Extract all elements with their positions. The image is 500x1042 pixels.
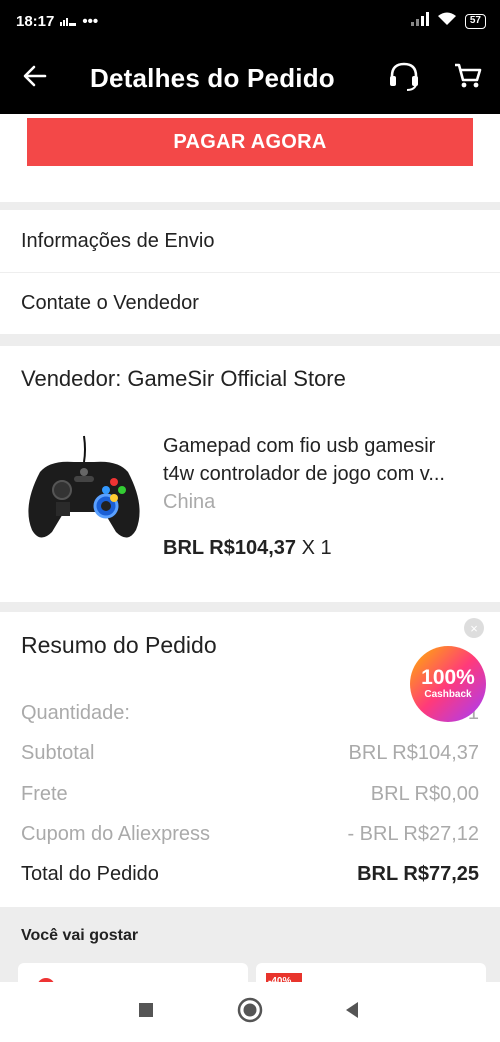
system-nav-bar xyxy=(0,982,500,1042)
recommend-title: Você vai gostar xyxy=(21,927,139,944)
shipping-info-link[interactable]: Informações de Envio xyxy=(0,210,500,272)
recommendations: Você vai gostar -40% xyxy=(0,907,500,993)
app-bar: Detalhes do Pedido xyxy=(0,42,500,114)
product-quantity: X 1 xyxy=(301,537,332,559)
support-button[interactable] xyxy=(372,42,436,114)
product-title-line: t4w controlador de jogo com v... xyxy=(163,463,445,485)
status-bar: 18:17 ••• 57 xyxy=(0,0,500,42)
square-icon xyxy=(138,1002,154,1023)
battery-indicator: 57 xyxy=(464,13,486,29)
arrow-left-icon xyxy=(23,65,47,92)
product-price: BRL R$104,37 X 1 xyxy=(163,537,332,560)
recents-button[interactable] xyxy=(128,994,164,1030)
cashback-badge[interactable]: 100% Cashback xyxy=(410,646,486,722)
summary-value: BRL R$104,37 xyxy=(348,742,479,764)
summary-total-label: Total do Pedido xyxy=(21,863,159,885)
contact-seller-link[interactable]: Contate o Vendedor xyxy=(0,272,500,334)
summary-row-shipping: Frete BRL R$0,00 xyxy=(21,783,479,806)
product-origin: China xyxy=(163,491,216,513)
circle-icon xyxy=(237,997,263,1028)
seller-section: Vendedor: GameSir Official Store Gamepad… xyxy=(0,346,500,602)
summary-value: - BRL R$27,12 xyxy=(347,823,479,845)
product-title[interactable]: Gamepad com fio usb gamesir t4w controla… xyxy=(163,432,483,488)
back-button[interactable] xyxy=(0,42,70,114)
summary-row-total: Total do Pedido BRL R$77,25 xyxy=(21,863,479,886)
pay-now-button[interactable]: PAGAR AGORA xyxy=(27,118,473,166)
page-title: Detalhes do Pedido xyxy=(90,62,335,93)
system-back-button[interactable] xyxy=(334,994,370,1030)
summary-row-quantity: Quantidade: 1 xyxy=(21,702,479,725)
summary-total-value: BRL R$77,25 xyxy=(357,863,479,885)
summary-label: Subtotal xyxy=(21,742,95,764)
summary-row-subtotal: Subtotal BRL R$104,37 xyxy=(21,742,479,765)
signal-icon xyxy=(410,12,429,30)
triangle-back-icon xyxy=(344,1001,360,1024)
product-price-amount: BRL R$104,37 xyxy=(163,537,297,559)
cashback-percent: 100% xyxy=(421,666,475,689)
summary-value: BRL R$0,00 xyxy=(370,783,479,805)
order-links: Informações de Envio Contate o Vendedor xyxy=(0,210,500,334)
product-title-line: Gamepad com fio usb gamesir xyxy=(163,435,436,457)
status-time: 18:17 xyxy=(16,12,55,30)
cart-icon xyxy=(454,63,482,94)
product-image[interactable] xyxy=(20,432,148,554)
status-signal-small-icon xyxy=(60,13,77,30)
summary-label: Quantidade: xyxy=(21,702,130,724)
seller-name[interactable]: Vendedor: GameSir Official Store xyxy=(21,366,346,392)
summary-row-coupon: Cupom do Aliexpress - BRL R$27,12 xyxy=(21,823,479,846)
cart-button[interactable] xyxy=(436,42,500,114)
headset-icon xyxy=(387,61,421,96)
summary-label: Cupom do Aliexpress xyxy=(21,823,210,845)
order-summary: Resumo do Pedido Quantidade: 1 Subtotal … xyxy=(0,612,500,907)
home-button[interactable] xyxy=(232,994,268,1030)
wifi-icon xyxy=(437,12,457,30)
summary-label: Frete xyxy=(21,783,68,805)
cashback-label: Cashback xyxy=(424,689,472,700)
summary-title: Resumo do Pedido xyxy=(21,632,217,658)
pay-section: PAGAR AGORA xyxy=(0,114,500,202)
status-more-dots: ••• xyxy=(82,12,99,30)
cashback-close-button[interactable]: × xyxy=(464,618,484,638)
